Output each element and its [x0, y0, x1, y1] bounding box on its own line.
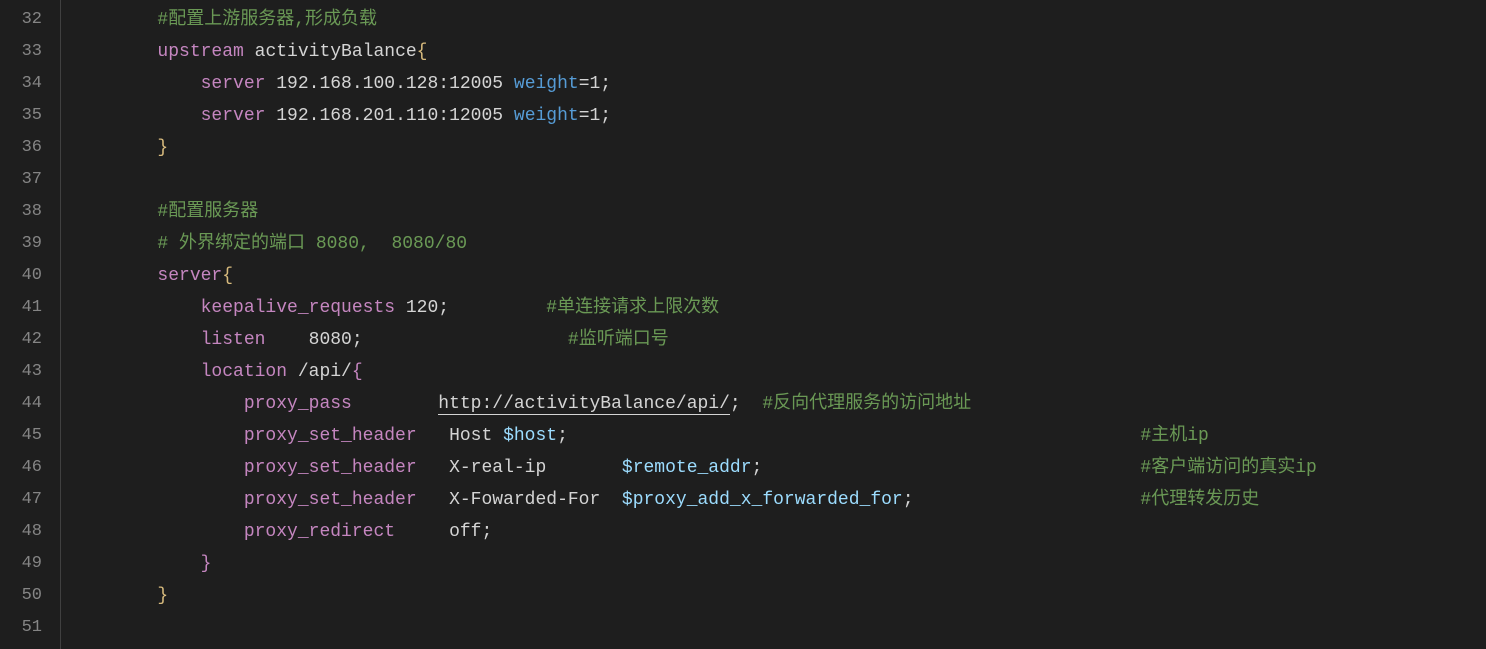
token-text: /api/ [298, 362, 352, 382]
token-keyword: proxy_pass [244, 394, 438, 414]
line-number: 37 [0, 164, 60, 196]
token-comment: #配置服务器 [157, 202, 258, 222]
code-line[interactable]: upstream activityBalance{ [61, 36, 1486, 68]
token-text: X-real-ip [449, 458, 622, 478]
token-comment: #配置上游服务器,形成负载 [157, 10, 377, 30]
line-number: 33 [0, 36, 60, 68]
token-text: off; [449, 522, 492, 542]
code-line[interactable]: keepalive_requests 120; #单连接请求上限次数 [61, 292, 1486, 324]
token-text: =1; [579, 74, 611, 94]
token-text: ; [557, 426, 1140, 446]
code-line[interactable]: proxy_pass http://activityBalance/api/; … [61, 388, 1486, 420]
token-urltext: http://activityBalance/api/ [438, 394, 730, 415]
line-number: 45 [0, 420, 60, 452]
code-line[interactable]: } [61, 580, 1486, 612]
line-number: 49 [0, 548, 60, 580]
line-number: 46 [0, 452, 60, 484]
token-blue: weight [514, 106, 579, 126]
token-text: X-Fowarded-For [449, 490, 622, 510]
line-number: 36 [0, 132, 60, 164]
line-number: 42 [0, 324, 60, 356]
token-comment: #监听端口号 [568, 330, 669, 350]
code-line[interactable]: server 192.168.201.110:12005 weight=1; [61, 100, 1486, 132]
token-text: 192.168.201.110:12005 [276, 106, 514, 126]
code-line[interactable]: } [61, 132, 1486, 164]
token-comment: #主机ip [1140, 426, 1208, 446]
line-number: 43 [0, 356, 60, 388]
line-number-gutter: 3233343536373839404142434445464748495051 [0, 0, 60, 649]
code-line[interactable]: location /api/{ [61, 356, 1486, 388]
token-text: ; [752, 458, 1141, 478]
line-number: 50 [0, 580, 60, 612]
token-keyword: keepalive_requests [201, 298, 406, 318]
line-number: 51 [0, 612, 60, 644]
token-text: 192.168.100.128:12005 [276, 74, 514, 94]
token-var: $proxy_add_x_forwarded_for [622, 490, 903, 510]
code-line[interactable]: } [61, 548, 1486, 580]
token-text: 120; [406, 298, 546, 318]
code-line[interactable]: #配置上游服务器,形成负载 [61, 4, 1486, 36]
code-line[interactable]: proxy_set_header Host $host; #主机ip [61, 420, 1486, 452]
token-comment: # 外界绑定的端口 8080, 8080/80 [157, 234, 467, 254]
code-line[interactable] [61, 164, 1486, 196]
token-text: Host [449, 426, 503, 446]
token-keyword: location [201, 362, 298, 382]
line-number: 48 [0, 516, 60, 548]
line-number: 40 [0, 260, 60, 292]
token-comment: #单连接请求上限次数 [546, 298, 719, 318]
code-line[interactable]: #配置服务器 [61, 196, 1486, 228]
token-var: $remote_addr [622, 458, 752, 478]
token-yellow: { [417, 42, 428, 62]
token-yellow: } [157, 138, 168, 158]
token-yellow: { [222, 266, 233, 286]
line-number: 35 [0, 100, 60, 132]
code-line[interactable]: listen 8080; #监听端口号 [61, 324, 1486, 356]
line-number: 34 [0, 68, 60, 100]
code-line[interactable]: # 外界绑定的端口 8080, 8080/80 [61, 228, 1486, 260]
token-text: =1; [579, 106, 611, 126]
token-keyword: listen [201, 330, 309, 350]
token-comment: #代理转发历史 [1140, 490, 1259, 510]
code-line[interactable]: server 192.168.100.128:12005 weight=1; [61, 68, 1486, 100]
token-text: ; [730, 394, 762, 414]
line-number: 41 [0, 292, 60, 324]
line-number: 39 [0, 228, 60, 260]
line-number: 32 [0, 4, 60, 36]
line-number: 44 [0, 388, 60, 420]
token-keyword: proxy_set_header [244, 426, 449, 446]
token-comment: #客户端访问的真实ip [1140, 458, 1316, 478]
token-keyword: } [201, 554, 212, 574]
token-blue: weight [514, 74, 579, 94]
token-keyword: server [157, 266, 222, 286]
code-line[interactable]: proxy_set_header X-real-ip $remote_addr;… [61, 452, 1486, 484]
token-keyword: server [201, 74, 277, 94]
token-text: ; [903, 490, 1141, 510]
token-yellow: } [157, 586, 168, 606]
token-keyword: proxy_set_header [244, 490, 449, 510]
line-number: 47 [0, 484, 60, 516]
code-line[interactable] [61, 612, 1486, 644]
token-keyword: { [352, 362, 363, 382]
token-keyword: server [201, 106, 277, 126]
code-line[interactable]: proxy_redirect off; [61, 516, 1486, 548]
line-number: 38 [0, 196, 60, 228]
token-comment: #反向代理服务的访问地址 [762, 394, 971, 414]
token-text: 8080; [309, 330, 568, 350]
code-line[interactable]: proxy_set_header X-Fowarded-For $proxy_a… [61, 484, 1486, 516]
token-var: $host [503, 426, 557, 446]
token-keyword: upstream [157, 42, 254, 62]
code-editor: 3233343536373839404142434445464748495051… [0, 0, 1486, 649]
token-text: activityBalance [255, 42, 417, 62]
code-line[interactable]: server{ [61, 260, 1486, 292]
token-keyword: proxy_set_header [244, 458, 449, 478]
token-keyword: proxy_redirect [244, 522, 449, 542]
code-area[interactable]: #配置上游服务器,形成负载 upstream activityBalance{ … [60, 0, 1486, 649]
